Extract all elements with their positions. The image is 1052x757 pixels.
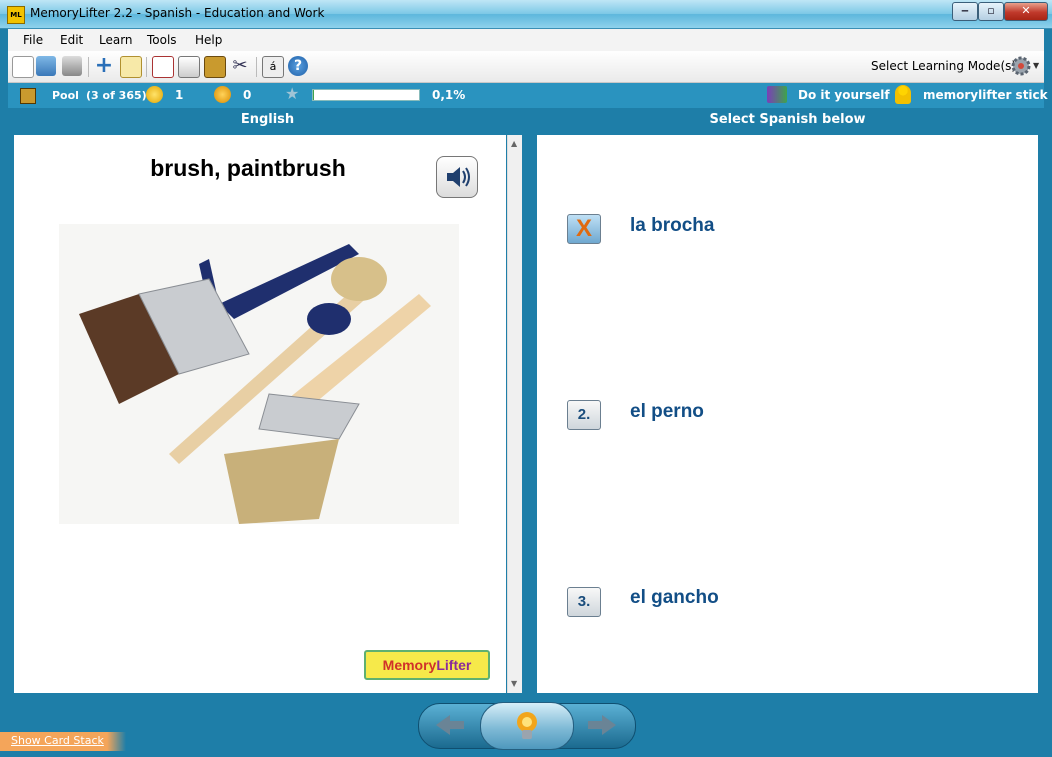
add-icon[interactable]: + (94, 55, 114, 77)
speaker-icon (447, 167, 470, 187)
hint-button[interactable] (480, 702, 574, 750)
scrollbar[interactable]: ▲ ▼ (507, 135, 522, 693)
pool-count: (3 of 365) (86, 89, 147, 102)
gear-icon[interactable] (1010, 55, 1032, 77)
open-folder-icon[interactable] (36, 56, 56, 76)
audio-button[interactable] (436, 156, 478, 198)
smiley-sad-icon (214, 86, 231, 103)
menu-help[interactable]: Help (195, 33, 222, 47)
close-button[interactable]: ✕ (1004, 2, 1048, 21)
box-icon[interactable] (204, 56, 226, 78)
new-document-icon[interactable] (12, 56, 34, 78)
menu-learn[interactable]: Learn (99, 33, 133, 47)
scroll-up-icon[interactable]: ▲ (511, 139, 517, 148)
presentation-icon[interactable] (152, 56, 174, 78)
progress-bar (312, 89, 420, 101)
card-image (59, 224, 459, 524)
next-button[interactable] (572, 705, 632, 745)
answer-2-text[interactable]: el perno (630, 401, 704, 423)
menu-file[interactable]: File (23, 33, 43, 47)
answer-3-key[interactable]: 3. (567, 587, 601, 617)
menu-tools[interactable]: Tools (147, 33, 177, 47)
chevron-down-icon[interactable]: ▼ (1033, 61, 1039, 70)
toolbar-separator (88, 57, 89, 77)
smiley-happy-icon (146, 86, 163, 103)
menu-edit[interactable]: Edit (60, 33, 83, 47)
answer-1-key[interactable]: X (567, 214, 601, 244)
window-title: MemoryLifter 2.2 - Spanish - Education a… (30, 6, 325, 20)
answer-3-text[interactable]: el gancho (630, 587, 719, 609)
answer-1-text[interactable]: la brocha (630, 215, 714, 237)
edit-notepad-icon[interactable] (120, 56, 142, 78)
card-stack-icon[interactable] (178, 56, 200, 78)
pool-box-icon (20, 88, 36, 104)
help-icon[interactable]: ? (288, 56, 308, 76)
print-icon[interactable] (62, 56, 82, 76)
answer-2-key[interactable]: 2. (567, 400, 601, 430)
star-icon: ★ (285, 84, 300, 103)
correct-count: 1 (175, 88, 184, 102)
scroll-down-icon[interactable]: ▼ (511, 679, 517, 688)
maximize-button[interactable]: ▫ (978, 2, 1004, 21)
question-word: brush, paintbrush (150, 155, 346, 181)
arrow-left-icon (436, 715, 464, 735)
special-char-icon[interactable]: á (262, 56, 284, 78)
show-card-stack-link[interactable]: Show Card Stack (11, 734, 104, 747)
memorylifter-logo: MemoryLifter (364, 650, 490, 680)
previous-button[interactable] (420, 705, 480, 745)
toolbar-separator (146, 57, 147, 77)
answer-panel: X la brocha 2. el perno 3. el gancho (537, 135, 1038, 693)
progress-fill (313, 90, 314, 100)
arrow-right-icon (588, 715, 616, 735)
tools-icon[interactable]: ✂ (230, 56, 250, 76)
progress-text: 0,1% (432, 88, 466, 102)
question-card: brush, paintbrush MemoryLifter (14, 135, 506, 693)
pool-label: Pool (52, 89, 79, 102)
answer-header: Select Spanish below (709, 112, 866, 127)
question-header: English (240, 112, 295, 127)
dictionary-books-icon (767, 86, 787, 103)
app-icon[interactable]: ML (7, 6, 25, 24)
minimize-button[interactable]: ‒ (952, 2, 978, 21)
user-icon (895, 85, 911, 104)
paintbrushes-illustration (59, 224, 459, 524)
learning-mode-label[interactable]: Select Learning Mode(s) (871, 59, 1016, 73)
dictionary-mode: Do it yourself (798, 88, 890, 102)
lightbulb-icon (517, 712, 537, 739)
toolbar-separator (256, 57, 257, 77)
menu-bar: File Edit Learn Tools Help (8, 29, 1044, 51)
wrong-count: 0 (243, 88, 252, 102)
user-name: memorylifter stick (923, 88, 1048, 102)
